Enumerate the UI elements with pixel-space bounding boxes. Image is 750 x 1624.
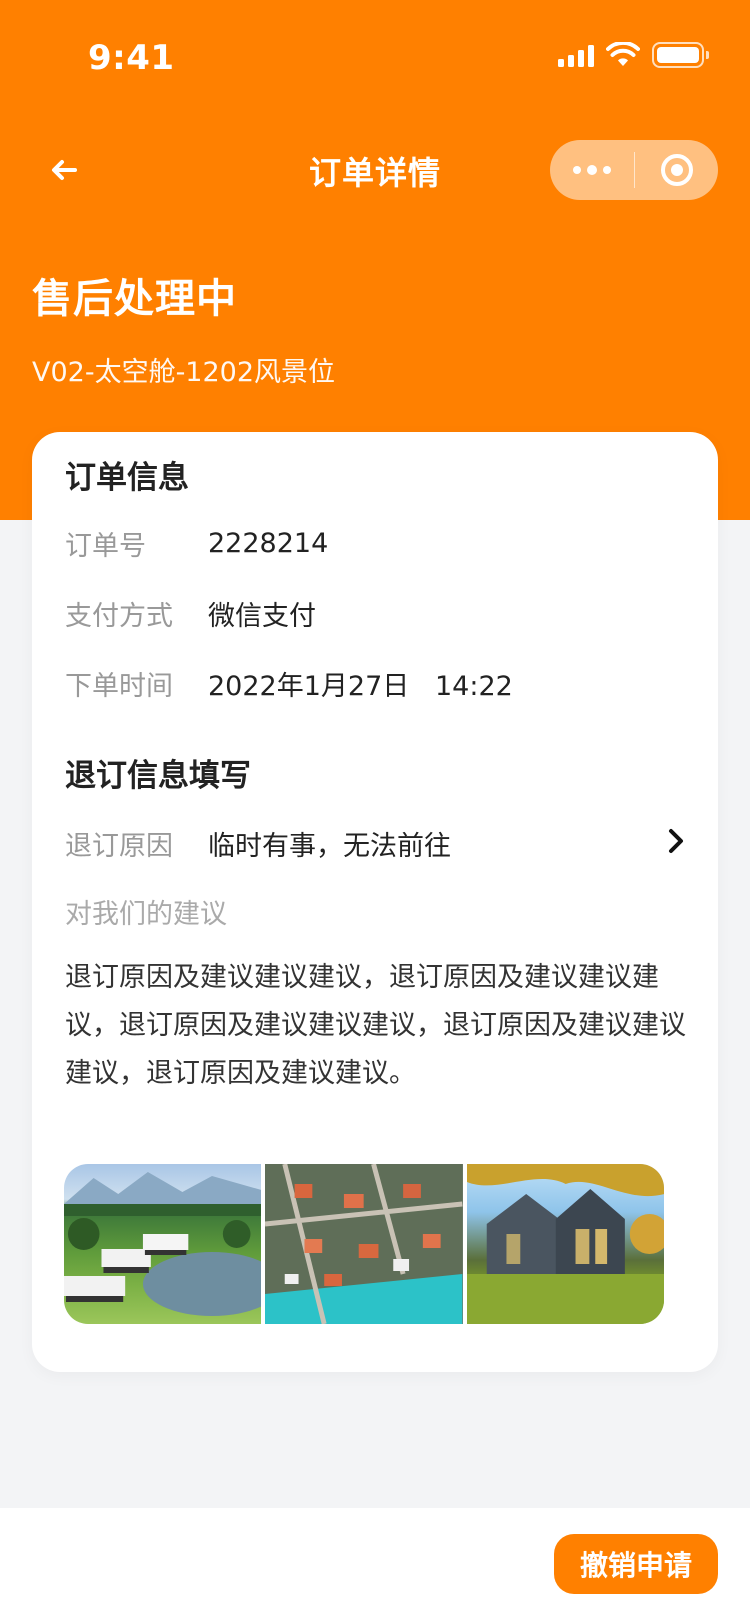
room-name: V02-太空舱-1202风景位 <box>32 357 336 388</box>
order-number-row: 订单号 2228214 <box>65 524 328 563</box>
order-detail-page: 9:41 订单详情 售后处理中 V02-太空舱-1202风景位 订单信息 订单号… <box>0 0 750 1624</box>
payment-method-label: 支付方式 <box>65 601 173 632</box>
photo-thumbnail[interactable] <box>265 1164 463 1324</box>
order-time-row: 下单时间 2022年1月27日 14:22 <box>65 664 513 703</box>
photo-thumbnail[interactable] <box>64 1164 262 1324</box>
order-time-label: 下单时间 <box>65 671 173 702</box>
more-dot-icon <box>573 166 581 174</box>
refund-reason-value: 临时有事，无法前往 <box>208 831 451 862</box>
order-info-title: 订单信息 <box>65 460 189 496</box>
payment-method-row: 支付方式 微信支付 <box>65 594 316 633</box>
more-dot-icon <box>603 166 611 174</box>
miniprogram-capsule <box>550 140 718 200</box>
close-miniprogram-button[interactable] <box>635 140 718 200</box>
refund-reason-row[interactable]: 退订原因 临时有事，无法前往 <box>65 824 685 863</box>
refund-info-title: 退订信息填写 <box>65 758 251 794</box>
photo-thumbnail[interactable] <box>466 1164 664 1324</box>
wifi-icon <box>606 42 640 66</box>
status-time: 9:41 <box>88 38 175 78</box>
bottom-action-bar: 撤销申请 <box>0 1508 750 1624</box>
order-time-value: 2022年1月27日 14:22 <box>208 671 513 702</box>
signal-icon <box>558 43 594 67</box>
more-dot-icon <box>587 165 597 175</box>
order-status-heading: 售后处理中 <box>32 276 237 322</box>
photo-gallery <box>64 1164 664 1324</box>
refund-reason-label: 退订原因 <box>65 831 173 862</box>
status-icons <box>558 42 709 68</box>
order-card: 订单信息 订单号 2228214 支付方式 微信支付 下单时间 2022年1月2… <box>32 432 718 1372</box>
payment-method-value: 微信支付 <box>208 601 316 632</box>
cancel-request-button[interactable]: 撤销申请 <box>554 1534 718 1594</box>
order-number-value: 2228214 <box>208 528 329 559</box>
target-icon <box>660 154 693 186</box>
suggestion-text: 退订原因及建议建议建议，退订原因及建议建议建议，退订原因及建议建议建议，退订原因… <box>65 962 686 1089</box>
order-number-label: 订单号 <box>65 531 146 562</box>
more-button[interactable] <box>550 140 634 200</box>
chevron-right-icon[interactable] <box>664 826 688 856</box>
suggestion-label: 对我们的建议 <box>65 899 227 930</box>
battery-icon <box>652 42 709 68</box>
